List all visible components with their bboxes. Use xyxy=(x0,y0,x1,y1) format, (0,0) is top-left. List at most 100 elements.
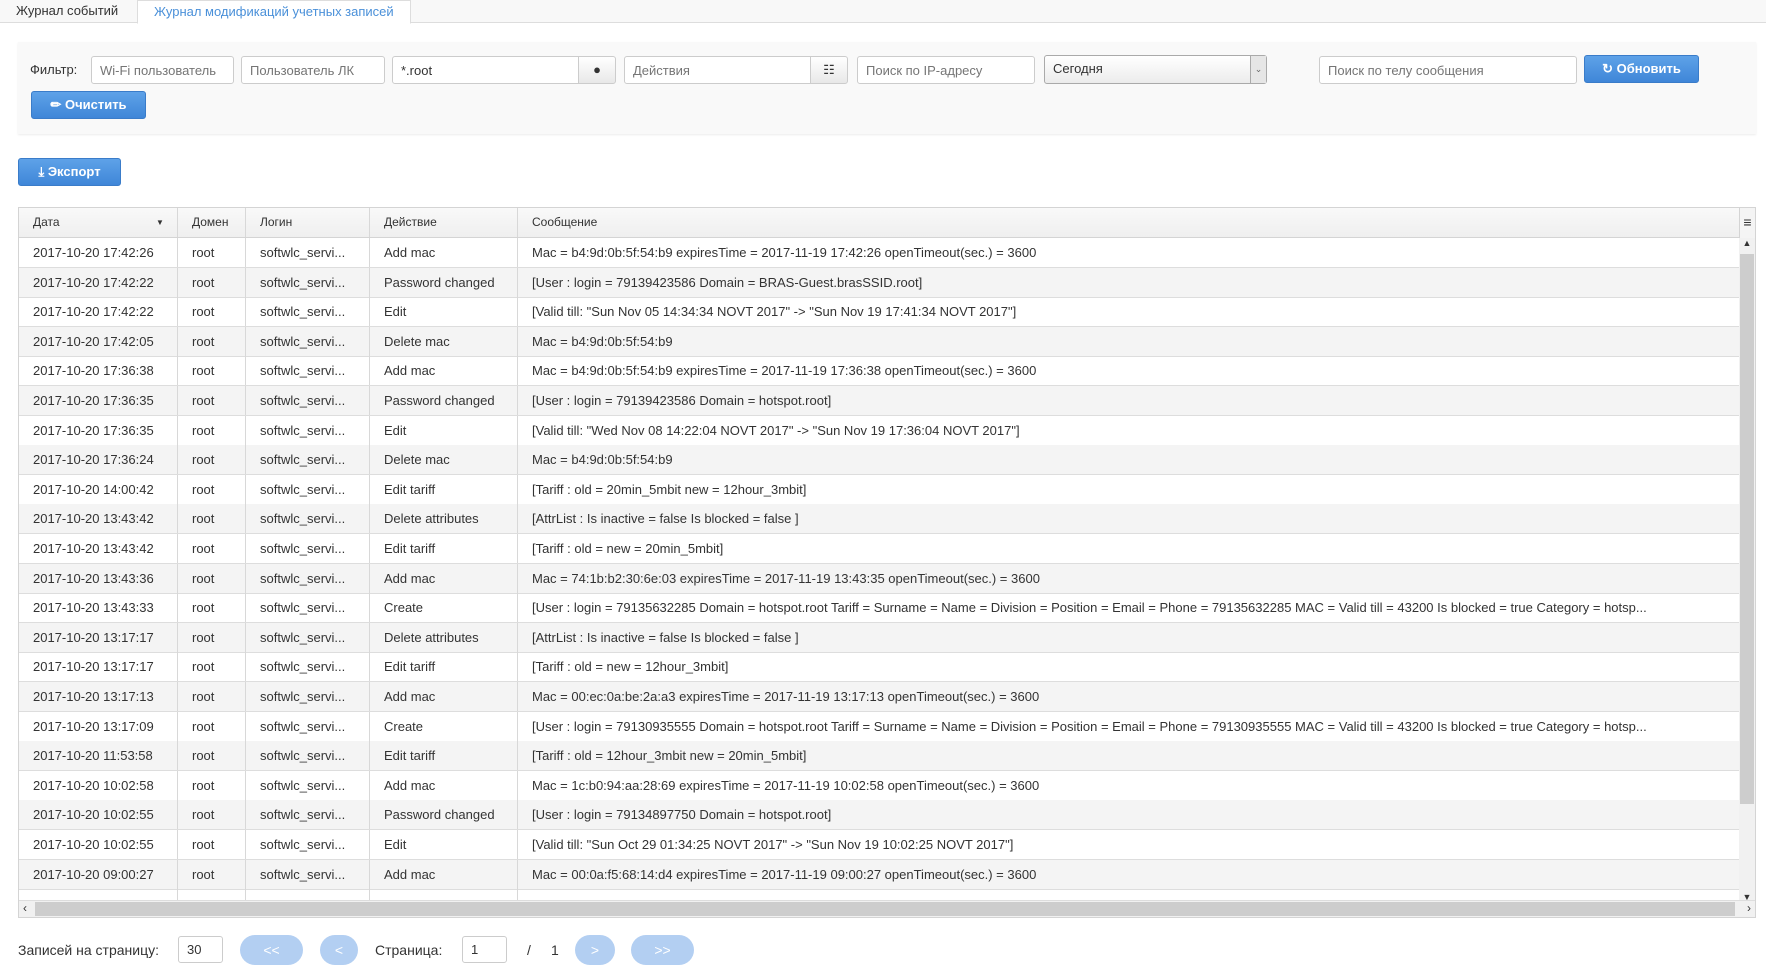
first-page-button[interactable]: << xyxy=(240,935,303,965)
wifi-user-input[interactable] xyxy=(91,56,234,84)
cell-login: softwlc_servi... xyxy=(246,474,370,504)
horizontal-scrollbar[interactable]: ‹ › xyxy=(19,900,1755,917)
table-row[interactable]: 2017-10-20 17:36:38 root softwlc_servi... A… xyxy=(19,356,1741,387)
actions-list-button[interactable]: ☷ xyxy=(810,56,848,84)
cell-message: Mac = b4:9d:0b:5f:54:b9 expiresTime = 20… xyxy=(532,363,1037,379)
cell-action: Password changed xyxy=(370,267,518,297)
table-row[interactable]: 2017-10-20 11:53:58 root softwlc_servi... E… xyxy=(19,741,1741,772)
export-button[interactable]: ⤓ Экспорт xyxy=(18,158,121,186)
cell-domain: root xyxy=(178,830,246,859)
cell-domain: root xyxy=(178,356,246,386)
ip-search-input[interactable] xyxy=(857,56,1035,84)
scroll-left-icon[interactable]: ‹ xyxy=(23,901,27,915)
cell-action: Edit xyxy=(370,297,518,327)
cell-message: [Tariff : old = new = 12hour_3mbit] xyxy=(532,659,729,675)
cell-domain: root xyxy=(178,415,246,445)
scroll-right-icon[interactable]: › xyxy=(1747,901,1751,915)
cell-message: [User : login = 79139423586 Domain = BRA… xyxy=(532,274,923,290)
cell-domain: root xyxy=(178,859,246,889)
table-row[interactable]: 2017-10-20 13:43:42 root softwlc_servi... E… xyxy=(19,534,1741,564)
actions-input[interactable] xyxy=(624,56,811,84)
cell-domain: root xyxy=(178,445,246,475)
cell-domain: root xyxy=(178,386,246,415)
clear-label: Очистить xyxy=(64,97,127,112)
cell-message: [User : login = 79130935555 Domain = hot… xyxy=(532,718,1647,734)
cell-message: Mac = b4:9d:0b:5f:54:b9 xyxy=(532,452,673,468)
table-row[interactable]: 2017-10-20 13:43:33 root softwlc_servi... C… xyxy=(19,593,1741,624)
table-row[interactable]: 2017-10-20 10:02:58 root softwlc_servi... A… xyxy=(19,770,1741,801)
table-row[interactable]: 2017-10-20 13:17:17 root softwlc_servi... D… xyxy=(19,622,1741,653)
refresh-button[interactable]: ↻ Обновить xyxy=(1584,55,1699,83)
table-row[interactable]: 2017-10-20 13:17:17 root softwlc_servi... E… xyxy=(19,652,1741,683)
cell-message: [Valid till: "Sun Nov 05 14:34:34 NOVT 2… xyxy=(532,304,1017,320)
column-header-message[interactable]: Сообщение xyxy=(518,208,1741,237)
cell-login: softwlc_servi... xyxy=(246,859,370,889)
table-row[interactable]: 2017-10-20 09:00:27 root softwlc_servi... A… xyxy=(19,859,1741,890)
column-menu-icon[interactable]: ≡ xyxy=(1739,208,1755,238)
table-row[interactable]: 2017-10-20 13:17:09 root softwlc_servi... C… xyxy=(19,711,1741,742)
table-row[interactable]: 2017-10-20 17:36:35 root softwlc_servi... E… xyxy=(19,415,1741,446)
cell-action: Add mac xyxy=(370,238,518,267)
cell-date: 2017-10-20 17:36:38 xyxy=(19,356,178,386)
table-row[interactable]: 2017-10-20 13:43:36 root softwlc_servi... A… xyxy=(19,563,1741,594)
scroll-up-icon[interactable]: ▲ xyxy=(1739,238,1755,254)
tab-event-log[interactable]: Журнал событий xyxy=(0,0,134,23)
table-row[interactable]: 2017-10-20 17:42:22 root softwlc_servi... E… xyxy=(19,297,1741,328)
table-row[interactable]: 2017-10-20 17:36:35 root softwlc_servi... P… xyxy=(19,386,1741,416)
cell-login: softwlc_servi... xyxy=(246,800,370,830)
tab-account-modifications[interactable]: Журнал модификаций учетных записей xyxy=(137,0,411,24)
cell-message: [User : login = 79135632285 Domain = hot… xyxy=(532,600,1647,616)
domain-picker-button[interactable]: ● xyxy=(578,56,616,84)
cell-date: 2017-10-20 13:43:33 xyxy=(19,593,178,623)
cell-action: Edit tariff xyxy=(370,741,518,771)
cell-login: softwlc_servi... xyxy=(246,622,370,652)
table-row[interactable]: 2017-10-20 13:17:13 root softwlc_servi... A… xyxy=(19,682,1741,712)
message-search-input[interactable] xyxy=(1319,56,1577,84)
cell-login: softwlc_servi... xyxy=(246,415,370,445)
column-header-date[interactable]: Дата ▼ xyxy=(19,208,178,237)
chevron-down-icon: ⌄ xyxy=(1250,56,1266,83)
cell-action: Password changed xyxy=(370,800,518,830)
column-header-login[interactable]: Логин xyxy=(246,208,370,237)
last-page-button[interactable]: >> xyxy=(631,935,694,965)
cell-login: softwlc_servi... xyxy=(246,534,370,563)
cell-domain: root xyxy=(178,563,246,593)
lk-user-input[interactable] xyxy=(241,56,385,84)
horizontal-scroll-thumb[interactable] xyxy=(35,902,1735,916)
cell-login: softwlc_servi... xyxy=(246,770,370,800)
table-row[interactable]: 2017-10-20 17:42:26 root softwlc_servi... A… xyxy=(19,238,1741,268)
cell-message: Mac = 00:ec:0a:be:2a:a3 expiresTime = 20… xyxy=(532,689,1040,704)
table-body: 2017-10-20 17:42:26 root softwlc_servi... A… xyxy=(19,238,1741,902)
cell-login: softwlc_servi... xyxy=(246,563,370,593)
table-row[interactable]: 2017-10-20 10:02:55 root softwlc_servi... E… xyxy=(19,830,1741,860)
page-separator: / xyxy=(527,942,531,958)
column-header-action[interactable]: Действие xyxy=(370,208,518,237)
next-page-button[interactable]: > xyxy=(575,935,615,965)
table-row[interactable]: 2017-10-20 10:02:55 root softwlc_servi... P… xyxy=(19,800,1741,831)
period-select[interactable]: Сегодня ⌄ xyxy=(1044,55,1267,84)
table-row[interactable]: 2017-10-20 13:43:42 root softwlc_servi... D… xyxy=(19,504,1741,535)
cell-domain: root xyxy=(178,770,246,800)
page-input[interactable] xyxy=(462,936,507,963)
vertical-scrollbar[interactable]: ▲ ▼ xyxy=(1739,238,1755,902)
column-header-domain[interactable]: Домен xyxy=(178,208,246,237)
clear-button[interactable]: ✏ Очистить xyxy=(31,91,146,119)
cell-date: 2017-10-20 11:53:58 xyxy=(19,741,178,771)
cell-domain: root xyxy=(178,652,246,682)
cell-message: [User : login = 79139423586 Domain = hot… xyxy=(532,393,832,408)
vertical-scroll-thumb[interactable] xyxy=(1740,254,1754,804)
cell-date: 2017-10-20 13:17:17 xyxy=(19,622,178,652)
cell-message: [User : login = 79134897750 Domain = hot… xyxy=(532,807,832,823)
column-label: Дата xyxy=(33,215,60,229)
per-page-input[interactable] xyxy=(178,936,223,963)
table-row[interactable]: 2017-10-20 17:42:22 root softwlc_servi... P… xyxy=(19,267,1741,298)
cell-login: softwlc_servi... xyxy=(246,593,370,623)
table-row[interactable]: 2017-10-20 17:42:05 root softwlc_servi... D… xyxy=(19,326,1741,357)
domain-input[interactable] xyxy=(392,56,579,84)
cell-date: 2017-10-20 13:43:42 xyxy=(19,534,178,563)
cell-login: softwlc_servi... xyxy=(246,267,370,297)
table-row[interactable]: 2017-10-20 14:00:42 root softwlc_servi... E… xyxy=(19,474,1741,505)
table-row[interactable]: 2017-10-20 17:36:24 root softwlc_servi... D… xyxy=(19,445,1741,476)
table-header: Дата ▼ Домен Логин Действие Сообщение xyxy=(19,208,1741,238)
prev-page-button[interactable]: < xyxy=(320,935,358,965)
